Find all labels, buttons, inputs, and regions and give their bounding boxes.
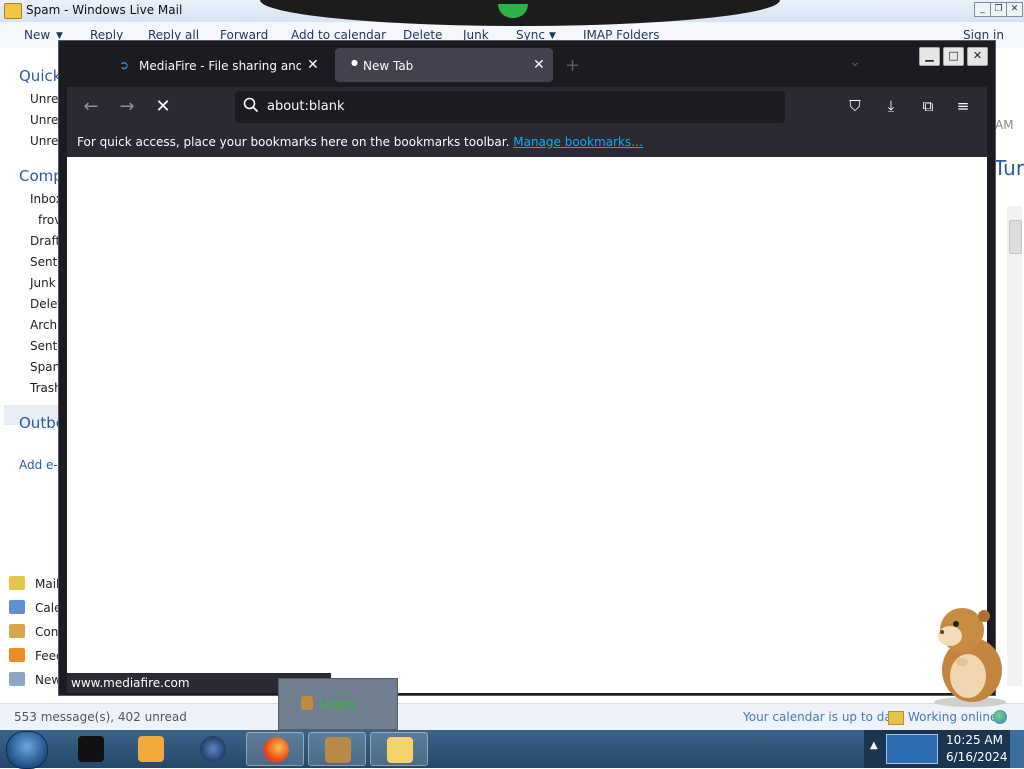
- wlm-window-title: Spam - Windows Live Mail: [26, 3, 183, 17]
- quick-views-heading[interactable]: Quick: [19, 67, 61, 85]
- url-text[interactable]: about:blank: [267, 99, 345, 114]
- show-desktop-button[interactable]: [1010, 730, 1024, 768]
- tray-app-icon[interactable]: [886, 734, 938, 764]
- bookmarks-hint-text: For quick access, place your bookmarks h…: [77, 135, 510, 149]
- firefox-tab-bar: ➲ MediaFire - File sharing and sto ✕ ● N…: [59, 41, 995, 87]
- hamster-small-icon: [301, 696, 313, 710]
- firefox-minimize-button[interactable]: ▁: [919, 47, 940, 66]
- message-time-fragment: AM: [995, 118, 1014, 132]
- media-player-icon: [138, 736, 164, 762]
- logon-label: Logon: [319, 697, 356, 711]
- add-email-account-link[interactable]: Add e-: [19, 458, 58, 472]
- url-bar[interactable]: about:blank: [235, 91, 785, 123]
- firefox-close-button[interactable]: ✕: [967, 47, 988, 66]
- taskbar-app-1[interactable]: [62, 732, 120, 766]
- black-box-icon: [78, 736, 104, 762]
- page-content-area[interactable]: [67, 157, 987, 693]
- wlm-folder-pane: Quick Unre Unre Unre Comp Inbox frov Dra…: [0, 48, 65, 703]
- new-button[interactable]: New: [24, 28, 50, 42]
- clock-date[interactable]: 6/16/2024: [946, 750, 1008, 764]
- tab-close-icon[interactable]: ✕: [533, 57, 545, 73]
- calendar-status-icon: [888, 711, 904, 725]
- feeds-icon: [9, 648, 25, 662]
- quick-view-item[interactable]: Unre: [30, 113, 58, 127]
- taskbar-hamster-app[interactable]: [308, 732, 366, 766]
- calendar-status: Your calendar is up to date: [743, 710, 904, 724]
- bookmarks-hint: For quick access, place your bookmarks h…: [77, 135, 643, 149]
- firefox-maximize-button[interactable]: □: [943, 47, 964, 66]
- new-tab-dot-icon: ●: [351, 58, 358, 67]
- forward-arrow-icon[interactable]: →: [115, 96, 139, 117]
- folder-item-junk[interactable]: Junk: [30, 276, 56, 290]
- mail-icon: [9, 576, 25, 590]
- taskbar-firefox[interactable]: [246, 732, 304, 766]
- nav-contacts[interactable]: Con: [35, 625, 58, 639]
- folder-item-archive[interactable]: Archi: [30, 318, 60, 332]
- bookmarks-toolbar: For quick access, place your bookmarks h…: [67, 127, 987, 157]
- wlm-restore-button[interactable]: ❐: [990, 2, 1007, 17]
- quick-view-item[interactable]: Unre: [30, 134, 58, 148]
- tab-close-icon[interactable]: ✕: [307, 57, 319, 73]
- folder-item-sent-2[interactable]: Sent: [30, 339, 57, 353]
- manage-bookmarks-link[interactable]: Manage bookmarks…: [513, 135, 643, 149]
- list-all-tabs-chevron-icon[interactable]: ⌄: [849, 54, 861, 70]
- folder-item-drafts[interactable]: Draft: [30, 234, 60, 248]
- start-button[interactable]: [6, 731, 48, 769]
- mail-envelope-icon: [387, 737, 413, 763]
- mediafire-favicon-icon: ➲: [119, 58, 130, 72]
- online-status: Working online: [908, 710, 998, 724]
- message-count-status: 553 message(s), 402 unread: [14, 710, 187, 724]
- hamster-box-icon: [325, 737, 351, 763]
- show-hidden-icons-arrow-icon[interactable]: ▲: [870, 740, 878, 751]
- tab-title: MediaFire - File sharing and sto: [139, 59, 301, 73]
- nav-mail[interactable]: Mail: [35, 577, 59, 591]
- tab-title: New Tab: [363, 59, 414, 73]
- firefox-window: ➲ MediaFire - File sharing and sto ✕ ● N…: [58, 40, 996, 696]
- extensions-icon[interactable]: ⧉: [918, 97, 938, 117]
- tab-new-tab[interactable]: ● New Tab ✕: [335, 48, 553, 82]
- taskbar-app-2[interactable]: [122, 732, 180, 766]
- wlm-scrollbar-thumb[interactable]: [1009, 220, 1022, 254]
- newsgroups-icon: [9, 672, 25, 686]
- tab-mediafire[interactable]: ➲ MediaFire - File sharing and sto ✕: [109, 48, 327, 82]
- taskbar-windows-live-mail[interactable]: [370, 732, 428, 766]
- new-tab-button[interactable]: +: [565, 55, 580, 76]
- wlm-close-button[interactable]: ✕: [1006, 2, 1023, 17]
- message-subject-fragment: Tur: [994, 156, 1024, 180]
- downloads-icon[interactable]: ⤓: [881, 97, 901, 117]
- back-arrow-icon[interactable]: ←: [79, 96, 103, 117]
- menu-icon[interactable]: ≡: [953, 97, 973, 117]
- calendar-icon: [9, 600, 25, 614]
- clock-time[interactable]: 10:25 AM: [946, 733, 1003, 747]
- taskbar-app-3[interactable]: [184, 732, 242, 766]
- globe-icon: [993, 710, 1007, 724]
- contacts-icon: [9, 624, 25, 638]
- wlm-status-bar: 553 message(s), 402 unread Your calendar…: [0, 703, 1024, 731]
- wlm-minimize-button[interactable]: _: [974, 2, 991, 17]
- firefox-nav-bar: ← → ✕ about:blank ⛉ ⤓ ⧉ ≡: [67, 87, 987, 127]
- account-heading[interactable]: Comp: [19, 167, 63, 185]
- pocket-icon[interactable]: ⛉: [845, 97, 865, 117]
- quick-view-item[interactable]: Unre: [30, 92, 58, 106]
- wlm-app-icon: [4, 3, 22, 19]
- stop-loading-icon[interactable]: ✕: [151, 96, 175, 117]
- folder-item-sent[interactable]: Sent: [30, 255, 57, 269]
- search-icon: [243, 97, 259, 113]
- globe-app-icon: [200, 736, 226, 762]
- logon-thumbnail-popup[interactable]: Logon: [278, 678, 398, 730]
- firefox-icon: [263, 737, 289, 763]
- hamster-mascot-image[interactable]: [920, 604, 1010, 708]
- folder-item-trash[interactable]: Trash: [30, 381, 62, 395]
